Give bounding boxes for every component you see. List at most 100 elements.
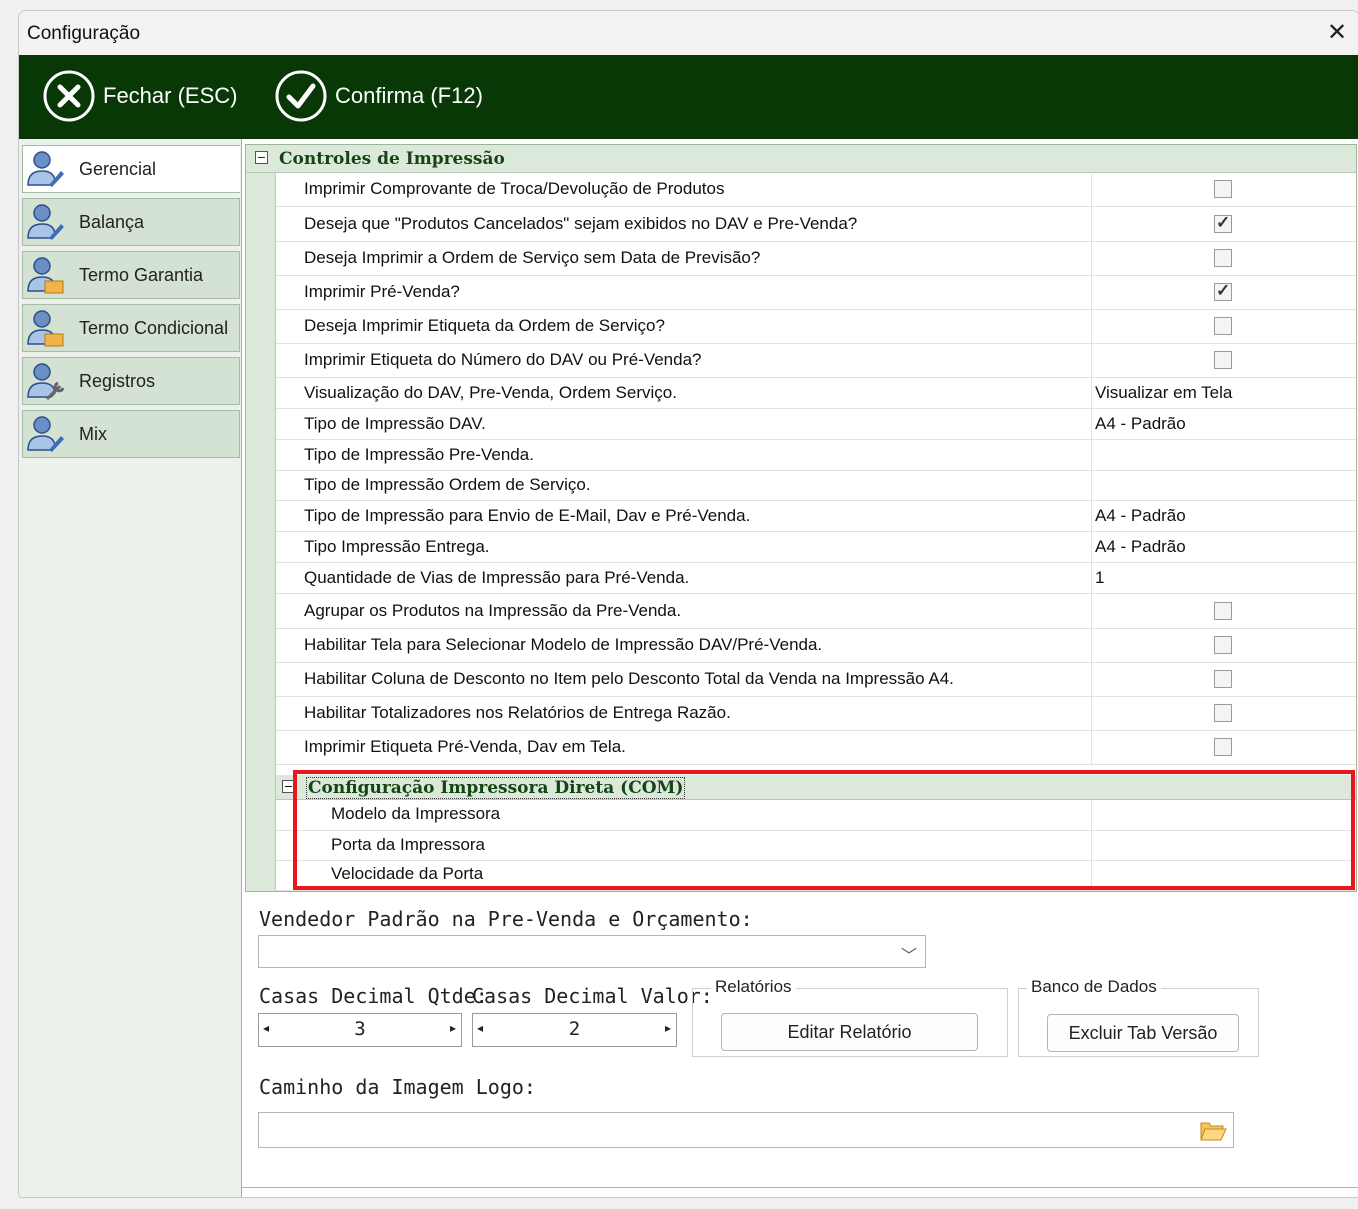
- valor-spinner[interactable]: ◂ 2 ▸: [472, 1013, 677, 1047]
- grid-row[interactable]: Habilitar Coluna de Desconto no Item pel…: [276, 662, 1356, 697]
- property-name: Deseja Imprimir a Ordem de Serviço sem D…: [304, 248, 761, 267]
- grid-gutter: [246, 172, 276, 891]
- grid-row[interactable]: Tipo de Impressão DAV. A4 - Padrão: [276, 408, 1356, 440]
- property-name: Habilitar Totalizadores nos Relatórios d…: [304, 703, 731, 722]
- confirm-button[interactable]: Confirma (F12): [273, 68, 483, 124]
- property-name: Modelo da Impressora: [331, 804, 501, 823]
- property-name: Tipo de Impressão para Envio de E-Mail, …: [304, 506, 751, 525]
- sidebar-item-balanca[interactable]: Balança: [22, 198, 240, 246]
- column-separator: [1091, 275, 1092, 309]
- sidebar: Gerencial Balança Termo Garantia Termo C…: [19, 139, 242, 1197]
- chevron-down-icon[interactable]: ﹀: [901, 942, 917, 966]
- grid-subrow[interactable]: Velocidade da Porta: [276, 861, 1356, 891]
- subcategory-header: − Configuração Impressora Direta (COM): [276, 775, 1356, 800]
- grid-row[interactable]: Tipo de Impressão para Envio de E-Mail, …: [276, 500, 1356, 532]
- property-name: Imprimir Pré-Venda?: [304, 282, 460, 301]
- column-separator: [1091, 730, 1092, 764]
- arrow-right-icon[interactable]: ▸: [450, 1021, 456, 1035]
- subcategory-label: Configuração Impressora Direta (COM): [306, 777, 686, 799]
- sidebar-item-termo-garantia[interactable]: Termo Garantia: [22, 251, 240, 299]
- property-checkbox[interactable]: [1214, 317, 1232, 335]
- property-checkbox[interactable]: [1214, 213, 1232, 233]
- property-name: Deseja que "Produtos Cancelados" sejam e…: [304, 214, 858, 233]
- column-separator: [1091, 500, 1092, 531]
- qtde-value: 3: [354, 1018, 366, 1040]
- close-button[interactable]: Fechar (ESC): [41, 68, 237, 124]
- column-separator: [1091, 439, 1092, 470]
- collapse-icon[interactable]: −: [255, 150, 268, 164]
- sidebar-item-gerencial[interactable]: Gerencial: [22, 145, 240, 193]
- vendedor-select[interactable]: ﹀: [258, 935, 926, 968]
- circle-x-icon: [43, 70, 95, 122]
- qtde-label: Casas Decimal Qtde:: [259, 984, 488, 1008]
- grid-row[interactable]: Deseja que "Produtos Cancelados" sejam e…: [276, 207, 1356, 242]
- excluir-tab-versao-button[interactable]: Excluir Tab Versão: [1047, 1014, 1239, 1052]
- sidebar-item-mix[interactable]: Mix: [22, 410, 240, 458]
- property-name: Imprimir Etiqueta do Número do DAV ou Pr…: [304, 350, 702, 369]
- property-name: Porta da Impressora: [331, 835, 486, 854]
- arrow-right-icon[interactable]: ▸: [665, 1021, 671, 1035]
- grid-row[interactable]: Habilitar Totalizadores nos Relatórios d…: [276, 696, 1356, 731]
- grid-row[interactable]: Imprimir Etiqueta do Número do DAV ou Pr…: [276, 343, 1356, 378]
- grid-row[interactable]: Tipo de Impressão Ordem de Serviço.: [276, 470, 1356, 501]
- property-value[interactable]: 1: [1095, 568, 1104, 588]
- grid-row[interactable]: Deseja Imprimir Etiqueta da Ordem de Ser…: [276, 309, 1356, 344]
- property-value[interactable]: A4 - Padrão: [1095, 537, 1186, 557]
- folder-open-icon[interactable]: [1199, 1119, 1227, 1143]
- valor-label: Casas Decimal Valor:: [472, 984, 713, 1008]
- grid-row[interactable]: Deseja Imprimir a Ordem de Serviço sem D…: [276, 241, 1356, 276]
- property-value[interactable]: A4 - Padrão: [1095, 506, 1186, 526]
- property-checkbox[interactable]: [1214, 704, 1232, 722]
- sidebar-item-label: Gerencial: [79, 158, 157, 179]
- grid-row[interactable]: Imprimir Comprovante de Troca/Devolução …: [276, 172, 1356, 207]
- close-icon[interactable]: ✕: [1321, 17, 1353, 49]
- property-name: Habilitar Coluna de Desconto no Item pel…: [304, 669, 954, 688]
- grid-row[interactable]: Tipo Impressão Entrega. A4 - Padrão: [276, 531, 1356, 563]
- property-checkbox[interactable]: [1214, 636, 1232, 654]
- grid-row[interactable]: Imprimir Etiqueta Pré-Venda, Dav em Tela…: [276, 730, 1356, 765]
- column-separator: [1091, 309, 1092, 343]
- column-separator: [1091, 593, 1092, 628]
- grid-row[interactable]: Visualização do DAV, Pre-Venda, Ordem Se…: [276, 377, 1356, 409]
- logo-path-input[interactable]: [258, 1112, 1234, 1148]
- grid-row[interactable]: Quantidade de Vias de Impressão para Pré…: [276, 562, 1356, 594]
- sidebar-item-label: Termo Garantia: [79, 264, 204, 285]
- column-separator: [1091, 343, 1092, 377]
- valor-value: 2: [568, 1018, 581, 1040]
- column-separator: [1091, 562, 1092, 593]
- grid-row[interactable]: Imprimir Pré-Venda?: [276, 275, 1356, 310]
- sidebar-item-label: Balança: [79, 211, 145, 232]
- close-button-label: Fechar (ESC): [103, 83, 238, 108]
- vendedor-label: Vendedor Padrão na Pre-Venda e Orçamento…: [259, 907, 753, 931]
- sidebar-item-termo-condicional[interactable]: Termo Condicional: [22, 304, 240, 352]
- property-checkbox[interactable]: [1214, 738, 1232, 756]
- sidebar-item-label: Termo Condicional: [79, 317, 229, 338]
- property-checkbox[interactable]: [1214, 281, 1232, 301]
- collapse-icon[interactable]: −: [282, 779, 295, 793]
- property-checkbox[interactable]: [1214, 180, 1232, 198]
- sidebar-item-registros[interactable]: Registros: [22, 357, 240, 405]
- property-checkbox[interactable]: [1214, 249, 1232, 267]
- column-separator: [1091, 470, 1092, 500]
- property-value[interactable]: A4 - Padrão: [1095, 414, 1186, 434]
- column-separator: [1091, 628, 1092, 662]
- grid-row[interactable]: Tipo de Impressão Pre-Venda.: [276, 439, 1356, 471]
- grid-row[interactable]: Agrupar os Produtos na Impressão da Pre-…: [276, 593, 1356, 629]
- column-separator: [1091, 172, 1092, 206]
- qtde-spinner[interactable]: ◂ 3 ▸: [258, 1013, 462, 1047]
- grid-row[interactable]: Habilitar Tela para Selecionar Modelo de…: [276, 628, 1356, 663]
- property-checkbox[interactable]: [1214, 602, 1232, 620]
- toolbar: Fechar (ESC) Confirma (F12): [19, 55, 1358, 139]
- column-separator: [1091, 408, 1092, 439]
- editar-relatorio-button[interactable]: Editar Relatório: [721, 1013, 978, 1051]
- property-name: Quantidade de Vias de Impressão para Pré…: [304, 568, 690, 587]
- circle-check-icon: [275, 70, 327, 122]
- grid-subrow[interactable]: Modelo da Impressora: [276, 800, 1356, 831]
- property-checkbox[interactable]: [1214, 351, 1232, 369]
- property-name: Tipo de Impressão DAV.: [304, 414, 486, 433]
- property-checkbox[interactable]: [1214, 670, 1232, 688]
- grid-subrow[interactable]: Porta da Impressora: [276, 831, 1356, 861]
- property-value[interactable]: Visualizar em Tela: [1095, 383, 1232, 403]
- property-name: Imprimir Etiqueta Pré-Venda, Dav em Tela…: [304, 737, 626, 756]
- sidebar-item-label: Mix: [79, 423, 107, 444]
